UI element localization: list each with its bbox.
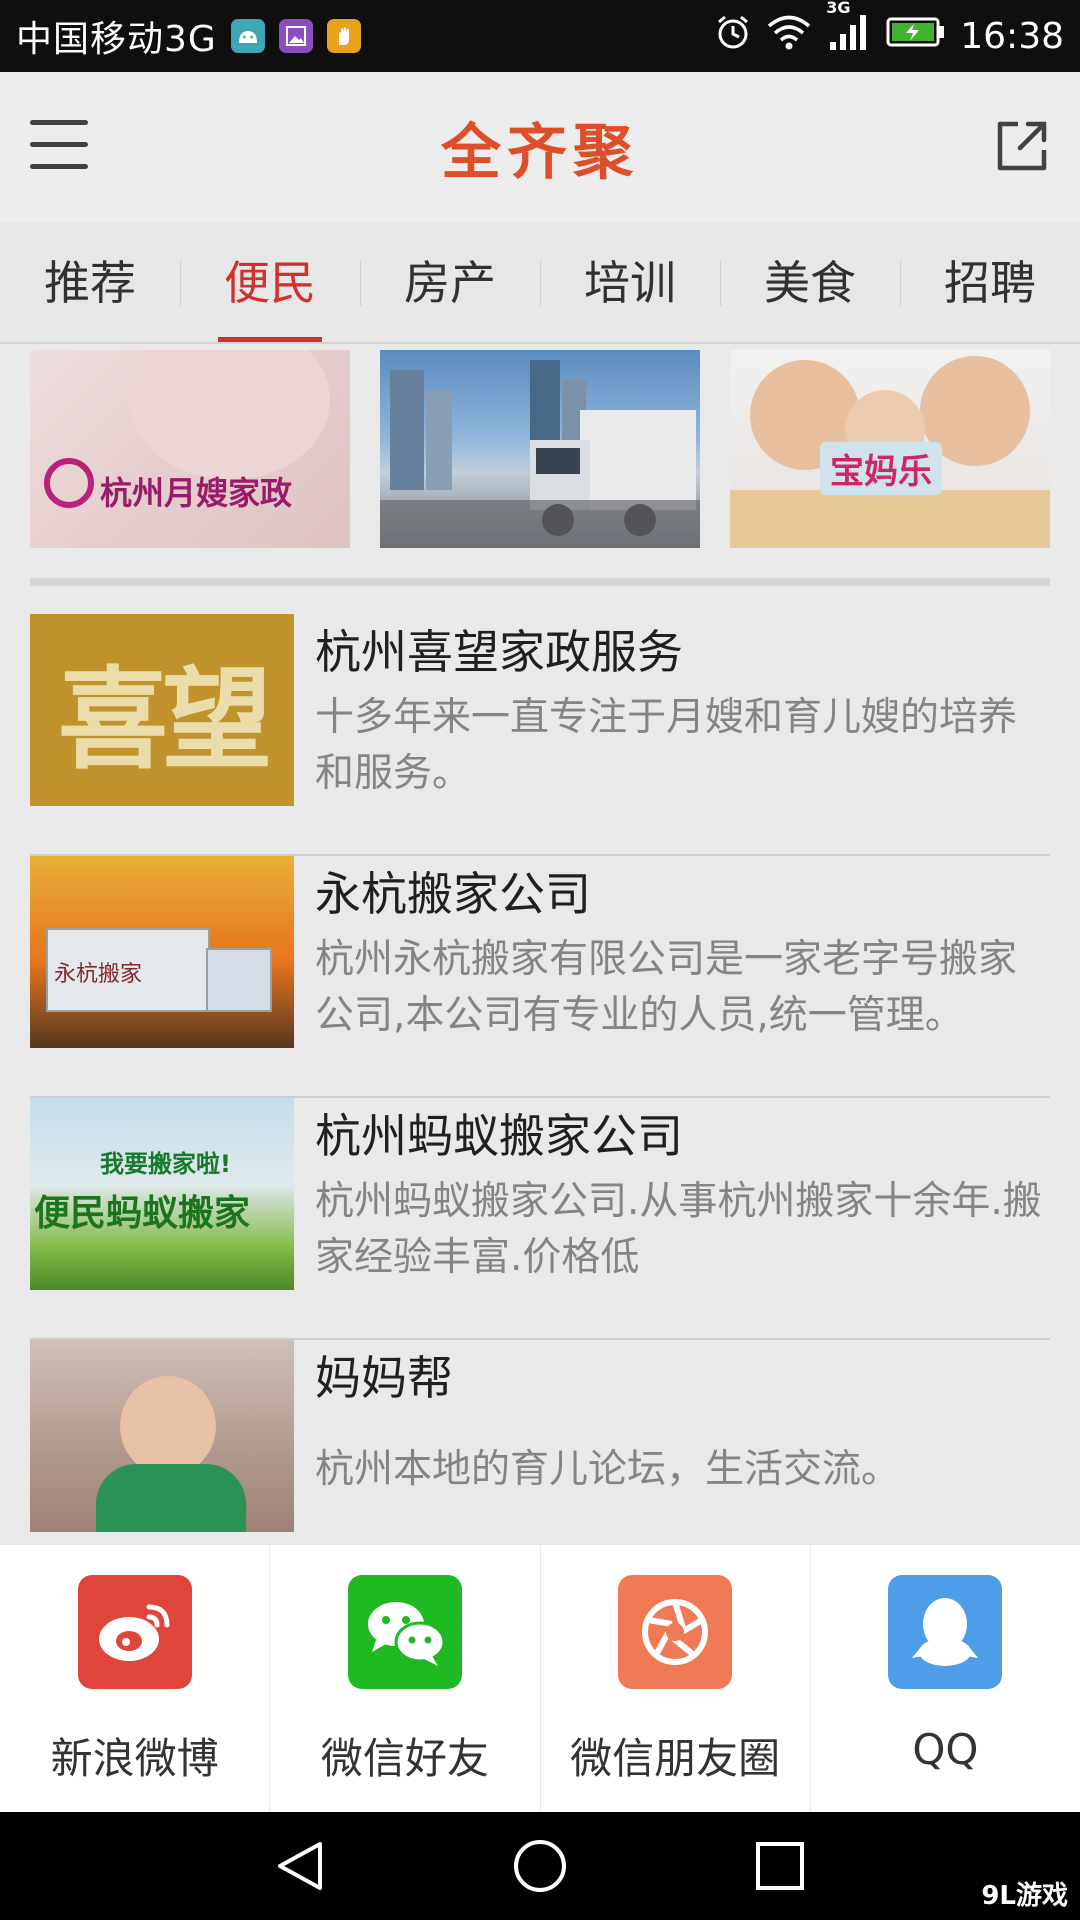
share-wechat-moments-button[interactable]: 微信朋友圈 [541,1545,811,1813]
tab-food[interactable]: 美食 [720,222,900,342]
banner-moving-truck[interactable] [380,350,700,548]
qq-icon [888,1575,1003,1689]
share-qq-button[interactable]: QQ [811,1545,1080,1813]
truck-cab [206,948,272,1012]
banner-label: 宝妈乐 [820,442,942,495]
share-label: 微信朋友圈 [570,1734,781,1783]
share-label: 微信好友 [320,1734,489,1783]
signal-indicator: 3G [826,0,872,61]
wifi-icon [766,13,812,60]
baby-shirt [96,1464,246,1532]
banner-photo [130,350,330,480]
listing-description: 杭州永杭搬家有限公司是一家老字号搬家公司,本公司有专业的人员,统一管理。 [315,937,1018,1038]
app-title: 全齐聚 [441,118,639,188]
share-label: 新浪微博 [50,1734,219,1783]
gallery-icon [278,19,313,53]
listing-title: 永杭搬家公司 [315,867,591,921]
tab-recommend[interactable]: 推荐 [0,222,180,342]
listing-thumbnail: 喜望 [30,614,294,806]
share-sheet: 新浪微博 微信好友 微信朋友圈 QQ [0,1544,1080,1813]
tab-training[interactable]: 培训 [540,222,720,342]
listing-title: 杭州蚂蚁搬家公司 [315,1109,683,1163]
wechat-icon [347,1575,462,1689]
thumbnail-text: 喜望 [58,656,272,784]
banner-baomale[interactable]: 宝妈乐 [730,350,1050,548]
thumbnail-subtext: 我要搬家啦! [100,1150,231,1178]
android-icon [230,19,265,53]
listing-description: 杭州蚂蚁搬家公司.从事杭州搬家十余年.搬家经验丰富.价格低 [315,1179,1042,1280]
share-wechat-friends-button[interactable]: 微信好友 [270,1545,541,1813]
banner-maternity-service[interactable]: 杭州月嫂家政 [30,350,350,548]
status-left: 中国移动3G [16,10,361,62]
tab-real-estate[interactable]: 房产 [360,222,540,342]
content-area: 杭州月嫂家政 宝妈乐 喜望 杭州喜望家政服务 十多年来一直专注于月嫂和育儿嫂的培… [0,344,1080,1544]
status-bar: 中国移动3G 3G 16:38 [0,0,1080,72]
status-right: 3G 16:38 [714,0,1064,61]
category-tabs: 推荐 便民 房产 培训 美食 招聘 [0,222,1080,344]
home-icon[interactable] [512,1838,568,1894]
section-divider [30,578,1050,586]
thumbnail-text: 便民蚂蚁搬家 [34,1193,251,1234]
app-header: 全齐聚 [0,72,1080,222]
list-item[interactable]: 妈妈帮 杭州本地的育儿论坛，生活交流。 [30,1340,1050,1544]
banner-row: 杭州月嫂家政 宝妈乐 [30,350,1050,548]
listing-title: 妈妈帮 [315,1351,453,1405]
listing-thumbnail [30,1340,294,1532]
listing-title: 杭州喜望家政服务 [315,625,683,679]
recents-icon[interactable] [752,1838,808,1894]
thumbnail-text: 永杭搬家 [54,962,143,987]
list-item[interactable]: 永杭搬家 永杭搬家公司 杭州永杭搬家有限公司是一家老字号搬家公司,本公司有专业的… [30,856,1050,1098]
listing-description: 十多年来一直专注于月嫂和育儿嫂的培养和服务。 [315,695,1018,796]
tab-convenience[interactable]: 便民 [180,222,360,342]
list-item[interactable]: 喜望 杭州喜望家政服务 十多年来一直专注于月嫂和育儿嫂的培养和服务。 [30,614,1050,856]
baby-photo [120,1376,216,1476]
listing-thumbnail: 永杭搬家 [30,856,294,1048]
hand-icon [326,19,361,53]
screen: 中国移动3G 3G 16:38 全齐聚 推荐 便民 房产 培训 美食 招聘 杭州… [0,0,1080,1920]
listing-thumbnail: 我要搬家啦! 便民蚂蚁搬家 [30,1098,294,1290]
listing-list: 喜望 杭州喜望家政服务 十多年来一直专注于月嫂和育儿嫂的培养和服务。 永杭搬家 … [30,614,1050,1544]
banner-bottom [730,490,1050,548]
watermark: 9L游戏 [981,1881,1068,1911]
carrier-label: 中国移动3G [16,19,217,60]
share-external-icon[interactable] [994,118,1050,174]
tab-jobs[interactable]: 招聘 [900,222,1080,342]
wechat-moments-icon [618,1575,733,1689]
clock: 16:38 [960,15,1064,57]
share-label: QQ [912,1725,979,1774]
network-type-badge: 3G [826,0,851,17]
list-item[interactable]: 我要搬家啦! 便民蚂蚁搬家 杭州蚂蚁搬家公司 杭州蚂蚁搬家公司.从事杭州搬家十余… [30,1098,1050,1340]
city-truck-image [380,360,700,548]
back-icon[interactable] [272,1838,328,1894]
maternity-logo-icon [44,458,94,508]
system-nav-bar: 9L游戏 [0,1812,1080,1920]
share-weibo-button[interactable]: 新浪微博 [0,1545,271,1813]
alarm-icon [714,13,752,60]
weibo-icon [77,1575,192,1689]
signal-icon [830,14,867,50]
banner-label: 杭州月嫂家政 [100,474,293,512]
listing-description: 杭州本地的育儿论坛，生活交流。 [315,1447,901,1492]
battery-icon [886,16,946,57]
